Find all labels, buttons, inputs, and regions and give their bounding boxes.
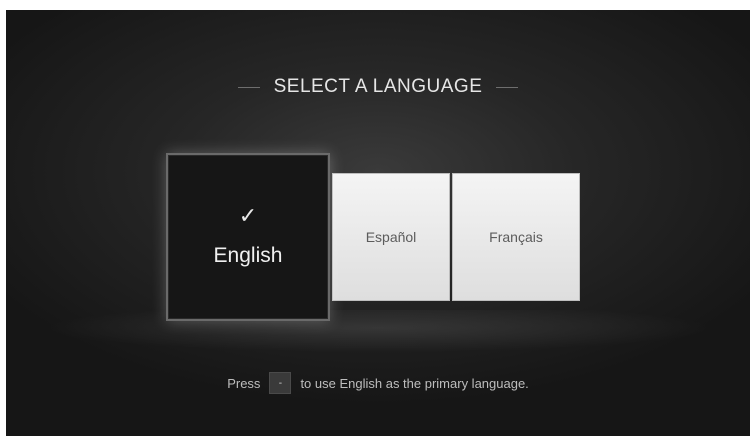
title-divider-right [496,86,519,88]
language-label-french: Français [489,229,543,245]
title-row: SELECT A LANGUAGE [6,76,750,98]
title-divider-left [237,86,260,88]
language-label-english: English [213,244,283,267]
checkmark-icon: ✓ [238,204,258,229]
language-tiles: ✓ English Español Français [166,153,586,321]
hint-text-after: to use English as the primary language. [300,375,529,391]
page-title: SELECT A LANGUAGE [273,76,483,97]
language-label-spanish: Español [365,229,417,245]
minus-key-icon: - [269,372,292,394]
language-tile-spanish[interactable]: Español [332,173,450,301]
instruction-hint: Press - to use English as the primary la… [6,372,750,394]
language-tile-english[interactable]: ✓ English [166,153,330,321]
language-tile-french[interactable]: Français [452,173,580,301]
language-select-screen: SELECT A LANGUAGE ✓ English Español Fran… [6,10,750,436]
hint-text-before: Press [227,375,261,391]
